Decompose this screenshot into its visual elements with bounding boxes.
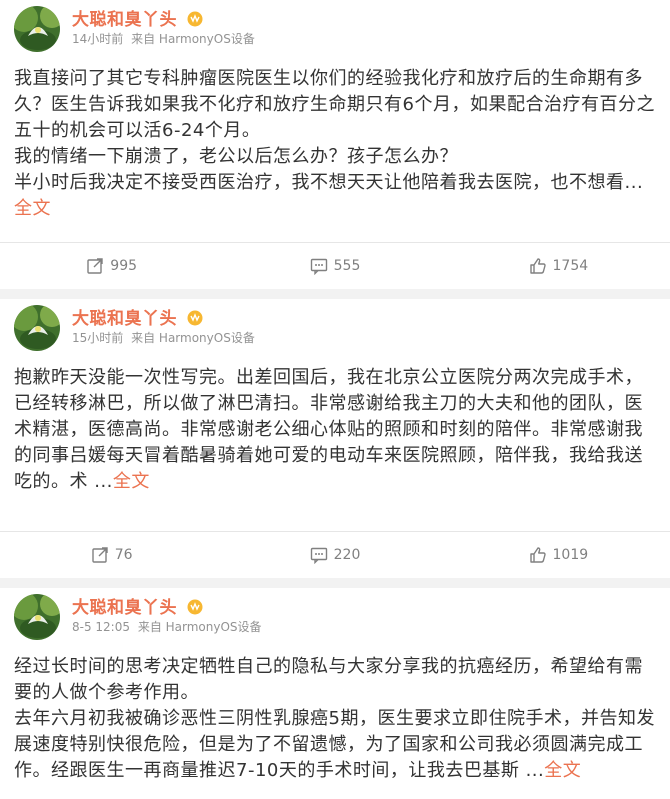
post-card: 大聪和臭丫头 14小时前 来自 HarmonyOS设备 我直接问了其它专科肿瘤医… — [0, 0, 670, 289]
post-header: 大聪和臭丫头 15小时前 来自 HarmonyOS设备 — [0, 299, 670, 359]
post-source: 来自 HarmonyOS设备 — [131, 32, 255, 46]
vip-badge-icon — [187, 310, 203, 326]
post-text[interactable]: 我直接问了其它专科肿瘤医院医生以你们的经验我化疗和放疗后的生命期有多久？医生告诉… — [0, 60, 670, 222]
weibo-feed: 大聪和臭丫头 14小时前 来自 HarmonyOS设备 我直接问了其它专科肿瘤医… — [0, 0, 670, 799]
vip-badge-icon — [187, 11, 203, 27]
username[interactable]: 大聪和臭丫头 — [72, 593, 203, 618]
username[interactable]: 大聪和臭丫头 — [72, 5, 203, 30]
thumbs-up-icon — [529, 258, 546, 274]
repost-icon — [92, 547, 108, 563]
expand-link[interactable]: 全文 — [113, 471, 150, 492]
post-header: 大聪和臭丫头 8-5 12:05 来自 HarmonyOS设备 — [0, 588, 670, 648]
post-text-line: 抱歉昨天没能一次性写完。出差回国后，我在北京公立医院分两次完成手术，已经转移淋巴… — [14, 367, 643, 492]
divider — [0, 578, 670, 588]
post-time[interactable]: 15小时前 — [72, 331, 123, 345]
like-count: 1019 — [552, 547, 589, 563]
avatar[interactable] — [14, 6, 60, 52]
expand-link[interactable]: 全文 — [544, 760, 581, 781]
post-text-line: 我的情绪一下崩溃了，老公以后怎么办？孩子怎么办？ — [14, 146, 458, 167]
post-text-line: 半小时后我决定不接受西医治疗，我不想天天让他陪着我去医院，也不想看... — [14, 172, 644, 193]
post-actions: 995 555 1754 — [0, 242, 670, 289]
avatar[interactable] — [14, 305, 60, 351]
repost-count: 995 — [110, 258, 138, 274]
comment-icon — [310, 547, 327, 564]
divider — [0, 289, 670, 299]
like-button[interactable]: 1019 — [447, 546, 670, 564]
comment-count: 220 — [333, 547, 361, 563]
post-meta: 8-5 12:05 来自 HarmonyOS设备 — [72, 618, 262, 635]
post-text[interactable]: 经过长时间的思考决定牺牲自己的隐私与大家分享我的抗癌经历，希望给有需要的人做个参… — [0, 648, 670, 784]
repost-count: 76 — [114, 547, 133, 563]
expand-link[interactable]: 全文 — [14, 198, 51, 219]
like-count: 1754 — [552, 258, 589, 274]
post-time[interactable]: 8-5 12:05 — [72, 620, 130, 634]
avatar[interactable] — [14, 594, 60, 640]
post-meta: 15小时前 来自 HarmonyOS设备 — [72, 329, 255, 346]
vip-badge-icon — [187, 599, 203, 615]
comment-button[interactable]: 220 — [223, 546, 446, 564]
comment-count: 555 — [333, 258, 361, 274]
post-source: 来自 HarmonyOS设备 — [137, 620, 262, 634]
like-button[interactable]: 1754 — [447, 257, 670, 275]
post-text-line: 经过长时间的思考决定牺牲自己的隐私与大家分享我的抗癌经历，希望给有需要的人做个参… — [14, 656, 643, 703]
post-card: 大聪和臭丫头 15小时前 来自 HarmonyOS设备 抱歉昨天没能一次性写完。… — [0, 299, 670, 578]
post-text[interactable]: 抱歉昨天没能一次性写完。出差回国后，我在北京公立医院分两次完成手术，已经转移淋巴… — [0, 359, 670, 495]
repost-icon — [87, 258, 103, 274]
repost-button[interactable]: 76 — [0, 546, 223, 564]
username-text[interactable]: 大聪和臭丫头 — [72, 309, 177, 329]
post-source: 来自 HarmonyOS设备 — [131, 331, 255, 345]
repost-button[interactable]: 995 — [0, 257, 223, 275]
username-text[interactable]: 大聪和臭丫头 — [72, 598, 177, 618]
comment-button[interactable]: 555 — [223, 257, 446, 275]
post-actions: 76 220 1019 — [0, 531, 670, 578]
post-card: 大聪和臭丫头 8-5 12:05 来自 HarmonyOS设备 经过长时间的思考… — [0, 588, 670, 799]
username-text[interactable]: 大聪和臭丫头 — [72, 10, 177, 30]
post-header: 大聪和臭丫头 14小时前 来自 HarmonyOS设备 — [0, 0, 670, 60]
comment-icon — [310, 258, 327, 275]
post-text-line: 我直接问了其它专科肿瘤医院医生以你们的经验我化疗和放疗后的生命期有多久？医生告诉… — [14, 68, 655, 141]
username[interactable]: 大聪和臭丫头 — [72, 304, 203, 329]
post-meta: 14小时前 来自 HarmonyOS设备 — [72, 30, 255, 47]
post-time[interactable]: 14小时前 — [72, 32, 123, 46]
thumbs-up-icon — [529, 547, 546, 563]
